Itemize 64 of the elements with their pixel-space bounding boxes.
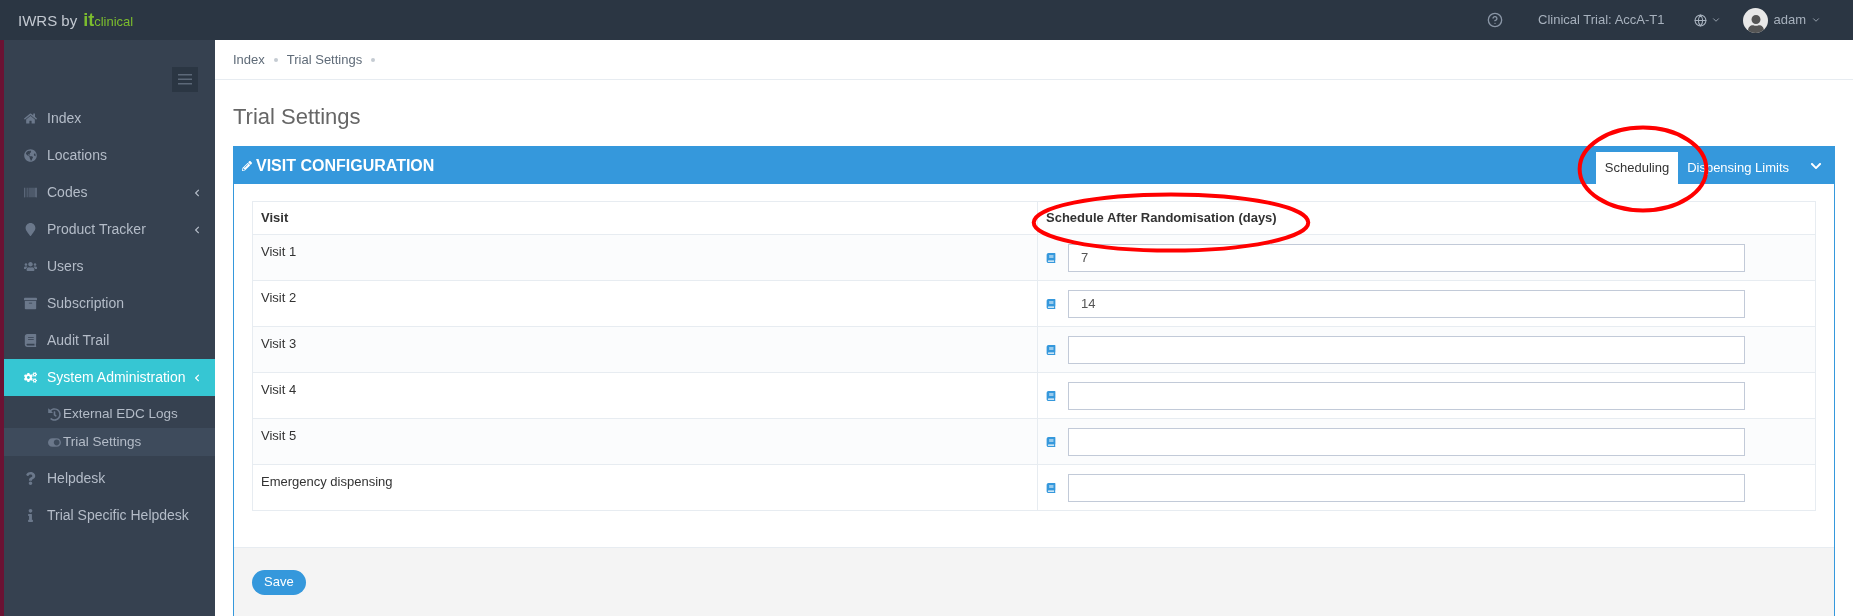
- avatar[interactable]: [1743, 7, 1769, 33]
- book-icon: [1046, 482, 1056, 493]
- barcode-icon: [24, 186, 37, 199]
- book-icon: [1046, 436, 1056, 447]
- book-icon: [1046, 298, 1056, 309]
- panel-title: VISIT CONFIGURATION: [256, 155, 436, 176]
- brand-title: IWRS by: [18, 10, 78, 31]
- user-icon: [1746, 14, 1765, 33]
- days-input[interactable]: 7: [1068, 243, 1745, 272]
- chevron-icon: [193, 225, 201, 234]
- column-header: Schedule After Randomisation (days): [1046, 210, 1277, 226]
- caret-icon[interactable]: [1711, 15, 1722, 25]
- sidebar-item[interactable]: Users: [4, 248, 215, 285]
- days-input[interactable]: [1068, 381, 1745, 410]
- column-header: Visit: [261, 210, 289, 226]
- users-icon: [24, 260, 37, 273]
- days-input[interactable]: [1068, 335, 1745, 364]
- visit-name: Visit 2: [261, 290, 297, 305]
- caret-icon[interactable]: [1811, 15, 1821, 25]
- sidebar-item[interactable]: Trial Specific Helpdesk: [4, 497, 215, 534]
- user-name[interactable]: adam: [1773, 10, 1806, 30]
- gears-icon: [24, 371, 37, 384]
- question-icon: [24, 472, 37, 485]
- trial-label: Clinical Trial: AccA-T1: [1538, 11, 1665, 30]
- home-icon: [24, 112, 37, 125]
- chevron-icon: [193, 188, 201, 197]
- archive-icon: [24, 297, 37, 310]
- visit-name: Emergency dispensing: [261, 474, 393, 489]
- sidebar-item[interactable]: Codes: [4, 174, 215, 211]
- sidebar-item[interactable]: Locations: [4, 137, 215, 174]
- sidebar-item[interactable]: Audit Trail: [4, 322, 215, 359]
- toggle-icon: [48, 435, 61, 449]
- language-icon[interactable]: [1694, 13, 1708, 27]
- chevron-icon: [193, 373, 201, 382]
- sidebar-item[interactable]: Index: [4, 100, 215, 137]
- breadcrumb-link[interactable]: Index: [233, 49, 265, 70]
- help-icon[interactable]: [1487, 12, 1504, 28]
- menu-icon: [178, 74, 192, 85]
- days-input[interactable]: [1068, 473, 1745, 502]
- visit-name: Visit 3: [261, 336, 297, 351]
- sidebar-subitem[interactable]: External EDC Logs: [4, 400, 215, 428]
- globe-icon: [24, 149, 37, 162]
- brand-logo: itclinical: [83, 8, 134, 32]
- menu-toggle-button[interactable]: [172, 67, 198, 92]
- visit-name: Visit 5: [261, 428, 297, 443]
- visit-name: Visit 4: [261, 382, 297, 397]
- sidebar-subitem[interactable]: Trial Settings: [4, 428, 215, 456]
- page-title: Trial Settings: [233, 103, 362, 131]
- days-input[interactable]: [1068, 427, 1745, 456]
- map-pin-icon: [24, 223, 37, 236]
- days-input[interactable]: 14: [1068, 289, 1745, 318]
- book-icon: [1046, 344, 1056, 355]
- save-button[interactable]: Save: [252, 569, 306, 595]
- book-icon: [1046, 252, 1056, 263]
- tab[interactable]: Scheduling: [1595, 152, 1679, 184]
- visit-name: Visit 1: [261, 244, 297, 259]
- book-icon: [1046, 390, 1056, 401]
- breadcrumb-link[interactable]: Trial Settings: [286, 49, 363, 70]
- book-icon: [24, 334, 37, 347]
- history-icon: [48, 407, 61, 421]
- sidebar-item[interactable]: Product Tracker: [4, 211, 215, 248]
- sidebar-item[interactable]: Helpdesk: [4, 460, 215, 497]
- sidebar-item[interactable]: Subscription: [4, 285, 215, 322]
- pencil-icon: [242, 160, 252, 171]
